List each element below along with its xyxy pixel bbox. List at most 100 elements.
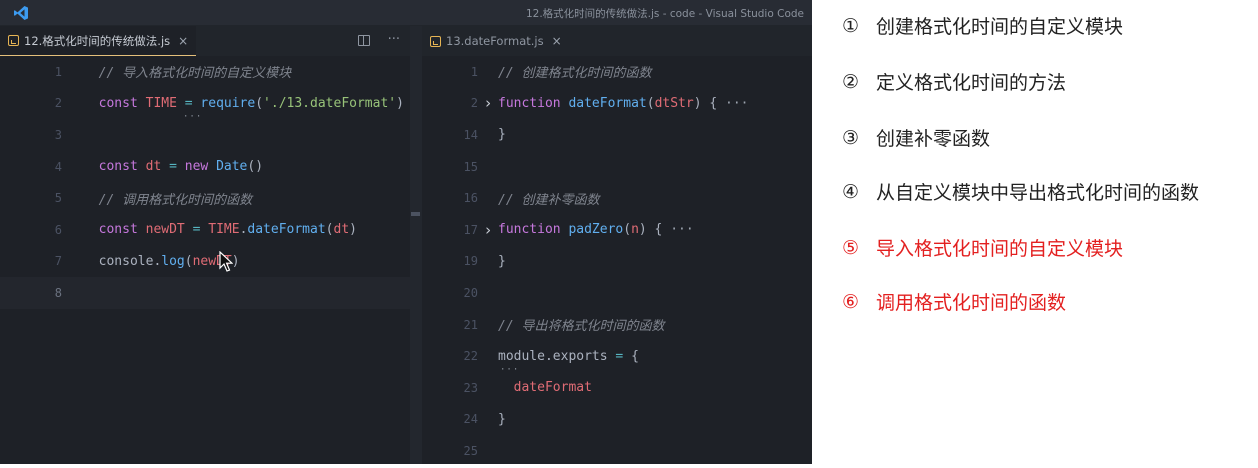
line-number: 16 [463, 191, 478, 206]
code-token: . [239, 222, 248, 238]
code-token: ( [325, 222, 334, 238]
code-token: TIME [208, 222, 240, 238]
editor-pane-left[interactable]: 12.格式化时间的传统做法.js × ··· 1 // 导入格式化时间的自定义模… [0, 26, 410, 464]
code-token: ) { [693, 95, 718, 111]
line-number: 1 [54, 64, 62, 79]
code-token: } [498, 411, 506, 427]
code-token: require [200, 95, 256, 111]
line-number: 5 [54, 191, 62, 206]
step-text: 调用格式化时间的函数 [876, 292, 1067, 314]
close-icon[interactable]: × [552, 34, 562, 48]
line-number: 22 [463, 349, 478, 364]
folded-region-icon[interactable]: ··· [717, 96, 749, 111]
tab-label: 13.dateFormat.js [446, 34, 544, 48]
code-line[interactable]: 1 // 创建格式化时间的函数 [422, 56, 812, 88]
editor-actions: ··· [357, 32, 400, 47]
code-token: { [631, 348, 639, 364]
code-token: . [153, 253, 162, 269]
line-number: 14 [463, 127, 478, 142]
code-token: padZero [568, 222, 624, 238]
code-token: log [161, 253, 185, 269]
code-line[interactable]: 24} [422, 404, 812, 436]
code-line[interactable]: 19} [422, 246, 812, 278]
code-line[interactable]: 1 // 导入格式化时间的自定义模块 [0, 56, 410, 88]
code-line[interactable]: 2 const TIME = require('./13.dateFormat'… [0, 88, 410, 120]
line-number: 2 [470, 96, 478, 111]
code-line[interactable]: 23 dateFormat [422, 372, 812, 404]
code-token: . [544, 348, 553, 364]
split-editor-icon[interactable] [357, 35, 370, 46]
close-icon[interactable]: × [178, 34, 188, 48]
code-token: = [607, 348, 632, 364]
code-token: dateFormat [247, 222, 326, 238]
vscode-icon[interactable] [13, 5, 29, 21]
code-line[interactable]: 14} [422, 119, 812, 151]
step-note: ② 定义格式化时间的方法 [842, 68, 1066, 95]
line-number: 7 [54, 254, 62, 269]
code-line[interactable]: 7 console. log(newDT) [0, 246, 410, 278]
code-line[interactable]: 6 const newDT = TIME. dateFormat(dt) [0, 214, 410, 246]
code-area-left[interactable]: 1 // 导入格式化时间的自定义模块 2 const TIME = require… [0, 56, 410, 309]
code-token: exports [552, 348, 608, 364]
code-area-right[interactable]: 1 // 创建格式化时间的函数 2 › function dateFormat(dtSt… [422, 56, 812, 464]
step-note: ③ 创建补零函数 [842, 124, 990, 151]
code-line[interactable]: 20 [422, 277, 812, 309]
line-number: 24 [463, 412, 478, 427]
step-note: ① 创建格式化时间的自定义模块 [842, 12, 1123, 39]
tab-bar-right: 13.dateFormat.js × [422, 26, 812, 56]
step-number: ⑤ [842, 236, 860, 259]
code-token: () [247, 159, 264, 175]
code-token: TIME [145, 95, 177, 111]
code-line[interactable]: 16 // 创建补零函数 [422, 182, 812, 214]
step-text: 创建补零函数 [876, 128, 991, 150]
code-line[interactable]: 17 › function padZero(n) { ··· [422, 214, 812, 246]
scrollbar-thumb[interactable] [411, 212, 420, 216]
folded-region-icon[interactable]: ··· [662, 222, 694, 237]
code-token: ( [623, 222, 632, 238]
line-number: 21 [463, 317, 478, 332]
hint-dots: ··· [500, 365, 520, 375]
code-line[interactable]: 8 [0, 277, 410, 309]
tab-12-js[interactable]: 12.格式化时间的传统做法.js × [0, 26, 197, 56]
tab-13-dateformat[interactable]: 13.dateFormat.js × [422, 26, 570, 56]
line-number: 15 [463, 159, 478, 174]
step-note: ④ 从自定义模块中导出格式化时间的函数 [842, 178, 1199, 205]
code-token: } [498, 253, 506, 269]
editor-window: 12.格式化时间的传统做法.js - code - Visual Studio … [0, 0, 812, 464]
line-number: 19 [463, 254, 478, 269]
step-number: ③ [842, 126, 860, 149]
code-line[interactable]: 22 module. exports = { [422, 340, 812, 372]
js-file-icon [430, 35, 441, 47]
line-number: 1 [470, 64, 478, 79]
tab-label: 12.格式化时间的传统做法.js [24, 33, 171, 48]
more-actions-icon[interactable]: ··· [388, 32, 400, 47]
window-title: 12.格式化时间的传统做法.js - code - Visual Studio … [525, 8, 804, 20]
code-token: ( [184, 253, 193, 269]
code-line[interactable]: 3 [0, 119, 410, 151]
step-note: ⑥ 调用格式化时间的函数 [842, 288, 1066, 315]
chevron-right-icon[interactable]: › [478, 94, 498, 112]
code-line[interactable]: 5 // 调用格式化时间的函数 [0, 182, 410, 214]
line-number: 25 [463, 443, 478, 458]
code-token: ) { [638, 222, 663, 238]
code-token: // 创建格式化时间的函数 [498, 66, 652, 82]
code-line[interactable]: 2 › function dateFormat(dtStr) { ··· [422, 88, 812, 120]
code-token: console [83, 253, 154, 269]
line-number: 4 [54, 159, 62, 174]
code-token: function [498, 222, 569, 238]
line-number: 23 [463, 380, 478, 395]
code-token: // 调用格式化时间的函数 [83, 192, 253, 208]
code-token: const [83, 222, 146, 238]
step-text: 创建格式化时间的自定义模块 [876, 16, 1124, 38]
line-number: 2 [54, 96, 62, 111]
code-line[interactable]: 25 [422, 435, 812, 464]
editor-pane-right[interactable]: 13.dateFormat.js × 1// 创建格式化时间的函数 2 › funct… [422, 26, 812, 464]
split-divider[interactable] [410, 26, 422, 464]
chevron-right-icon[interactable]: › [478, 221, 498, 239]
code-line[interactable]: 4 const dt = new Date() [0, 151, 410, 183]
code-line[interactable]: 21 // 导出将格式化时间的函数 [422, 309, 812, 341]
step-number: ⑥ [842, 290, 860, 313]
code-token: const [83, 95, 146, 111]
code-line[interactable]: 15 [422, 151, 812, 183]
code-token: new [184, 159, 217, 175]
